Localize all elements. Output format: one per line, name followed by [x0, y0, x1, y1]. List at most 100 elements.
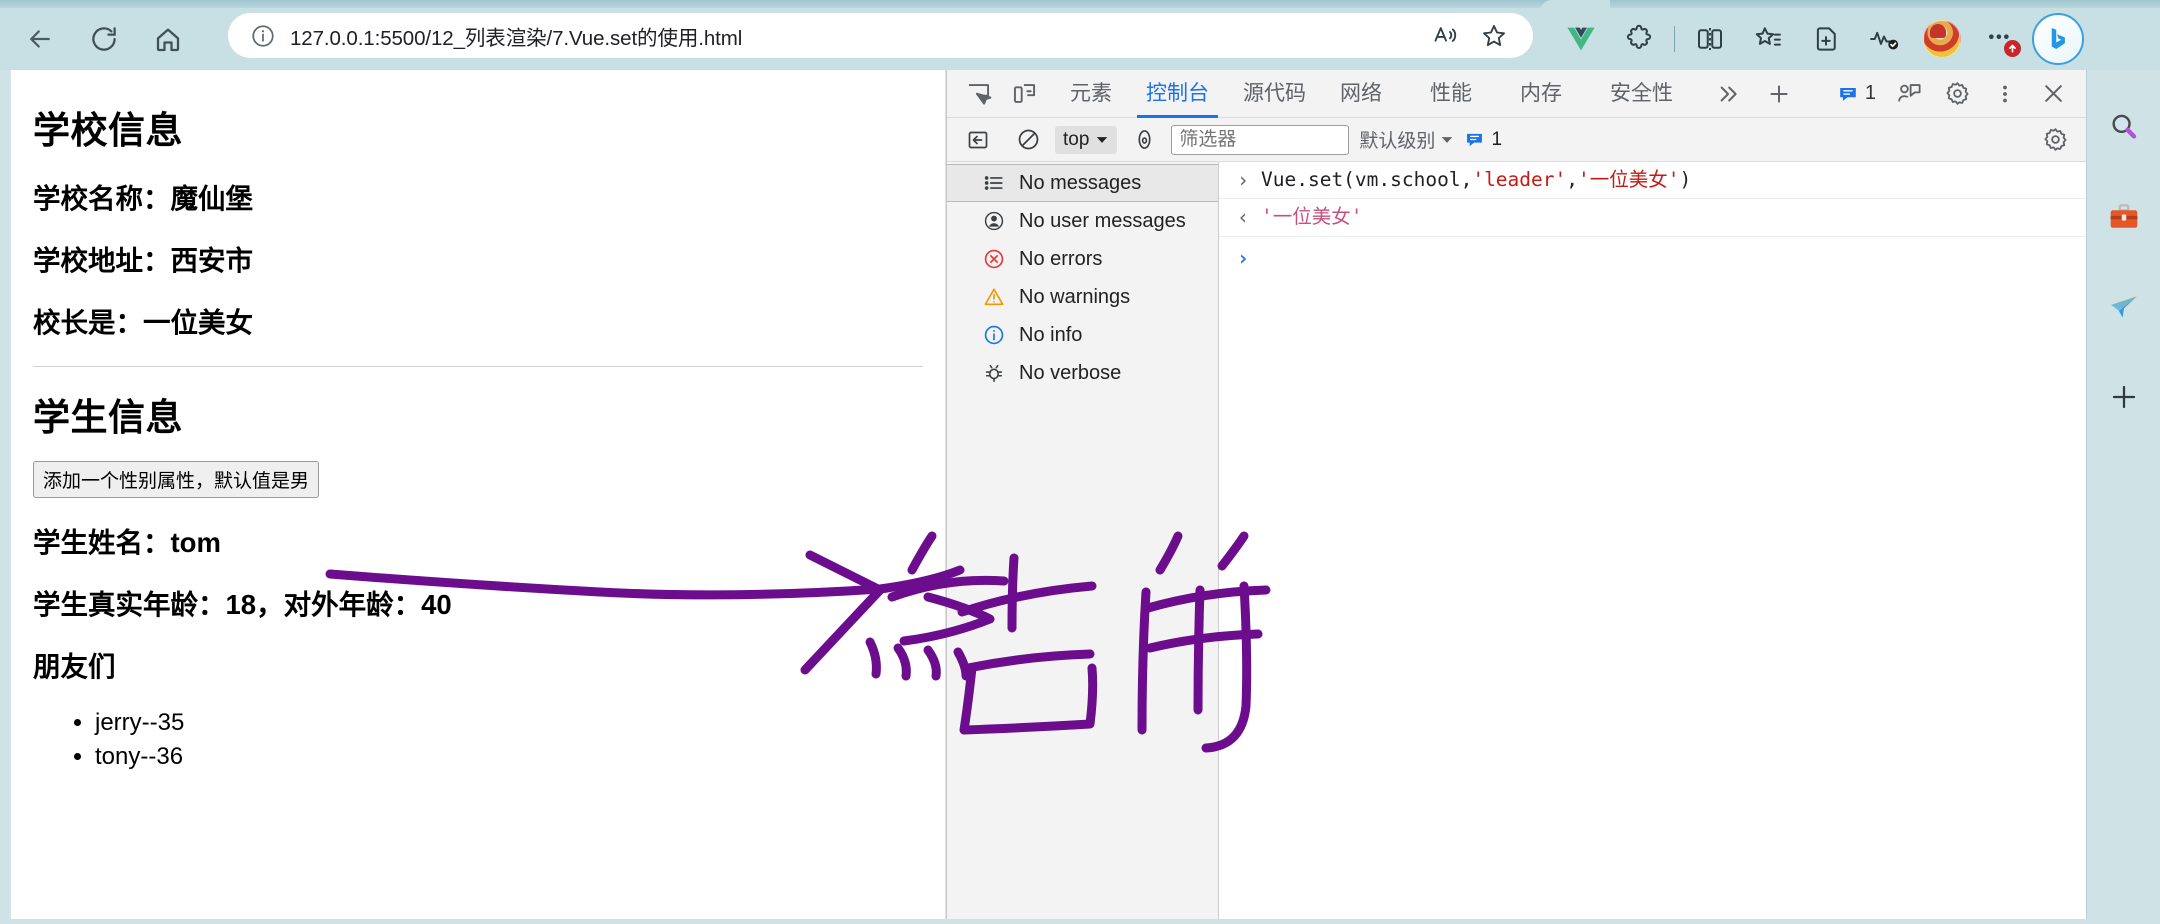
- console-prompt-row[interactable]: ›: [1219, 237, 2086, 276]
- log-level-select[interactable]: 默认级别: [1353, 126, 1460, 153]
- tab-network[interactable]: 网络: [1323, 70, 1399, 118]
- back-button[interactable]: [12, 15, 68, 63]
- console-sidebar-item-verbose[interactable]: No verbose: [947, 354, 1218, 392]
- gear-icon: [1945, 82, 1969, 105]
- home-button[interactable]: [140, 15, 196, 63]
- add-gender-button[interactable]: 添加一个性别属性，默认值是男: [33, 461, 320, 498]
- console-issue-badge[interactable]: 1: [1464, 129, 1502, 151]
- console-sidebar-item-messages[interactable]: No messages: [947, 164, 1218, 202]
- execution-context-select[interactable]: top: [1055, 125, 1118, 154]
- inspect-element-button[interactable]: [955, 74, 1001, 114]
- devtools-more-button[interactable]: [1982, 74, 2028, 114]
- reload-icon: [92, 27, 116, 51]
- console-output: › Vue.set(vm.school,'leader','一位美女') ‹ '…: [1219, 162, 2086, 919]
- tab-elements[interactable]: 元素: [1053, 70, 1129, 118]
- error-icon: [981, 246, 1007, 272]
- tab-console[interactable]: 控制台: [1129, 70, 1226, 118]
- verbose-icon: [981, 360, 1007, 386]
- plus-icon: [1770, 84, 1788, 103]
- favorite-button[interactable]: [1473, 17, 1515, 55]
- more-tabs-button[interactable]: [1704, 74, 1750, 114]
- error-glyph: [984, 249, 1004, 269]
- console-input-expression[interactable]: Vue.set(vm.school,'leader','一位美女'): [1261, 166, 1691, 194]
- console-settings-button[interactable]: [2032, 120, 2078, 160]
- school-name: 学校名称：魔仙堡: [33, 183, 253, 214]
- console-sidebar-label: No warnings: [1019, 285, 1131, 308]
- settings-and-more-button[interactable]: [1971, 14, 2029, 64]
- console-output-value: '一位美女': [1261, 205, 1363, 229]
- browser-right-sidebar: [2086, 70, 2160, 919]
- console-sidebar-item-warnings[interactable]: No warnings: [947, 278, 1218, 316]
- list-item: jerry--35: [95, 706, 923, 740]
- console-filter-input[interactable]: [1171, 124, 1350, 155]
- vue-devtools-button[interactable]: [1552, 14, 1610, 64]
- devtools-settings-button[interactable]: [1934, 74, 1980, 114]
- friends-list: jerry--35 tony--36: [33, 706, 923, 774]
- read-aloud-button[interactable]: [1425, 17, 1467, 55]
- console-toolbar: top 默认级别 1: [947, 118, 2086, 162]
- feedback-button[interactable]: [1886, 74, 1932, 114]
- info-icon: [981, 322, 1007, 348]
- console-sidebar-toggle-button[interactable]: [955, 120, 1001, 160]
- sidebar-add-button[interactable]: [2101, 374, 2147, 420]
- chevron-double-right-icon: [1720, 86, 1737, 101]
- bing-logo-icon: [2051, 28, 2065, 49]
- split-screen-icon: [1698, 28, 1723, 50]
- site-info-icon[interactable]: [246, 19, 280, 53]
- reload-button[interactable]: [76, 15, 132, 63]
- live-expression-button[interactable]: [1121, 120, 1167, 160]
- chevron-down-icon: [1442, 136, 1453, 143]
- console-sidebar-label: No errors: [1019, 247, 1103, 270]
- browser-toolbar-actions: [1552, 8, 2087, 70]
- gear-icon: [2043, 128, 2067, 151]
- info-glyph: [984, 325, 1004, 345]
- message-count-value: 1: [1864, 82, 1876, 104]
- console-sidebar-label: No user messages: [1019, 209, 1186, 232]
- add-tab-to-group-button[interactable]: [1797, 14, 1855, 64]
- console-sidebar-toggle-icon: [968, 131, 988, 148]
- feedback-icon: [1897, 84, 1921, 102]
- bug-glyph: [985, 364, 1003, 383]
- device-toolbar-icon: [1013, 84, 1035, 103]
- toolbar-divider: [1674, 26, 1675, 52]
- add-panel-button[interactable]: [1756, 74, 1802, 114]
- collections-icon: [1755, 27, 1781, 46]
- split-screen-button[interactable]: [1681, 14, 1739, 64]
- sidebar-send-button[interactable]: [2101, 284, 2147, 330]
- url-text[interactable]: 127.0.0.1:5500/12_列表渲染/7.Vue.set的使用.html: [280, 21, 1425, 51]
- add-tab-icon: [1816, 27, 1836, 51]
- devtools-close-button[interactable]: [2030, 74, 2076, 114]
- section-divider: [33, 366, 923, 367]
- sidebar-tools-button[interactable]: [2101, 194, 2147, 240]
- tab-security[interactable]: 安全性: [1593, 70, 1690, 118]
- browser-chrome: 127.0.0.1:5500/12_列表渲染/7.Vue.set的使用.html: [0, 0, 2160, 70]
- clear-console-button[interactable]: [1005, 120, 1051, 160]
- sidebar-search-button[interactable]: [2101, 104, 2147, 150]
- live-expression-icon: [1138, 130, 1151, 149]
- profile-button[interactable]: [1913, 14, 1971, 64]
- console-sidebar-item-errors[interactable]: No errors: [947, 240, 1218, 278]
- console-sidebar-label: No messages: [1019, 171, 1142, 194]
- list-item: tony--36: [95, 740, 923, 774]
- console-close-paren: ): [1679, 168, 1692, 191]
- execution-context-value: top: [1063, 128, 1090, 150]
- bing-chat-button[interactable]: [2029, 13, 2087, 65]
- console-body: No messages No user messages No errors N…: [947, 162, 2086, 919]
- tab-performance[interactable]: 性能: [1413, 70, 1489, 118]
- collections-button[interactable]: [1739, 14, 1797, 64]
- console-sidebar-item-user-messages[interactable]: No user messages: [947, 202, 1218, 240]
- chevron-down-icon: [1097, 136, 1108, 143]
- extensions-button[interactable]: [1610, 14, 1668, 64]
- home-icon: [156, 28, 180, 52]
- device-toolbar-button[interactable]: [1001, 74, 1047, 114]
- address-bar[interactable]: 127.0.0.1:5500/12_列表渲染/7.Vue.set的使用.html: [228, 13, 1533, 58]
- inspect-element-icon: [968, 84, 991, 105]
- warning-icon: [981, 284, 1007, 310]
- browser-essentials-button[interactable]: [1855, 14, 1913, 64]
- log-level-value: 默认级别: [1359, 131, 1436, 152]
- console-sidebar-item-info[interactable]: No info: [947, 316, 1218, 354]
- back-arrow-icon: [30, 30, 50, 48]
- tab-memory[interactable]: 内存: [1503, 70, 1579, 118]
- message-count-badge[interactable]: 1: [1829, 82, 1884, 105]
- tab-sources[interactable]: 源代码: [1226, 70, 1323, 118]
